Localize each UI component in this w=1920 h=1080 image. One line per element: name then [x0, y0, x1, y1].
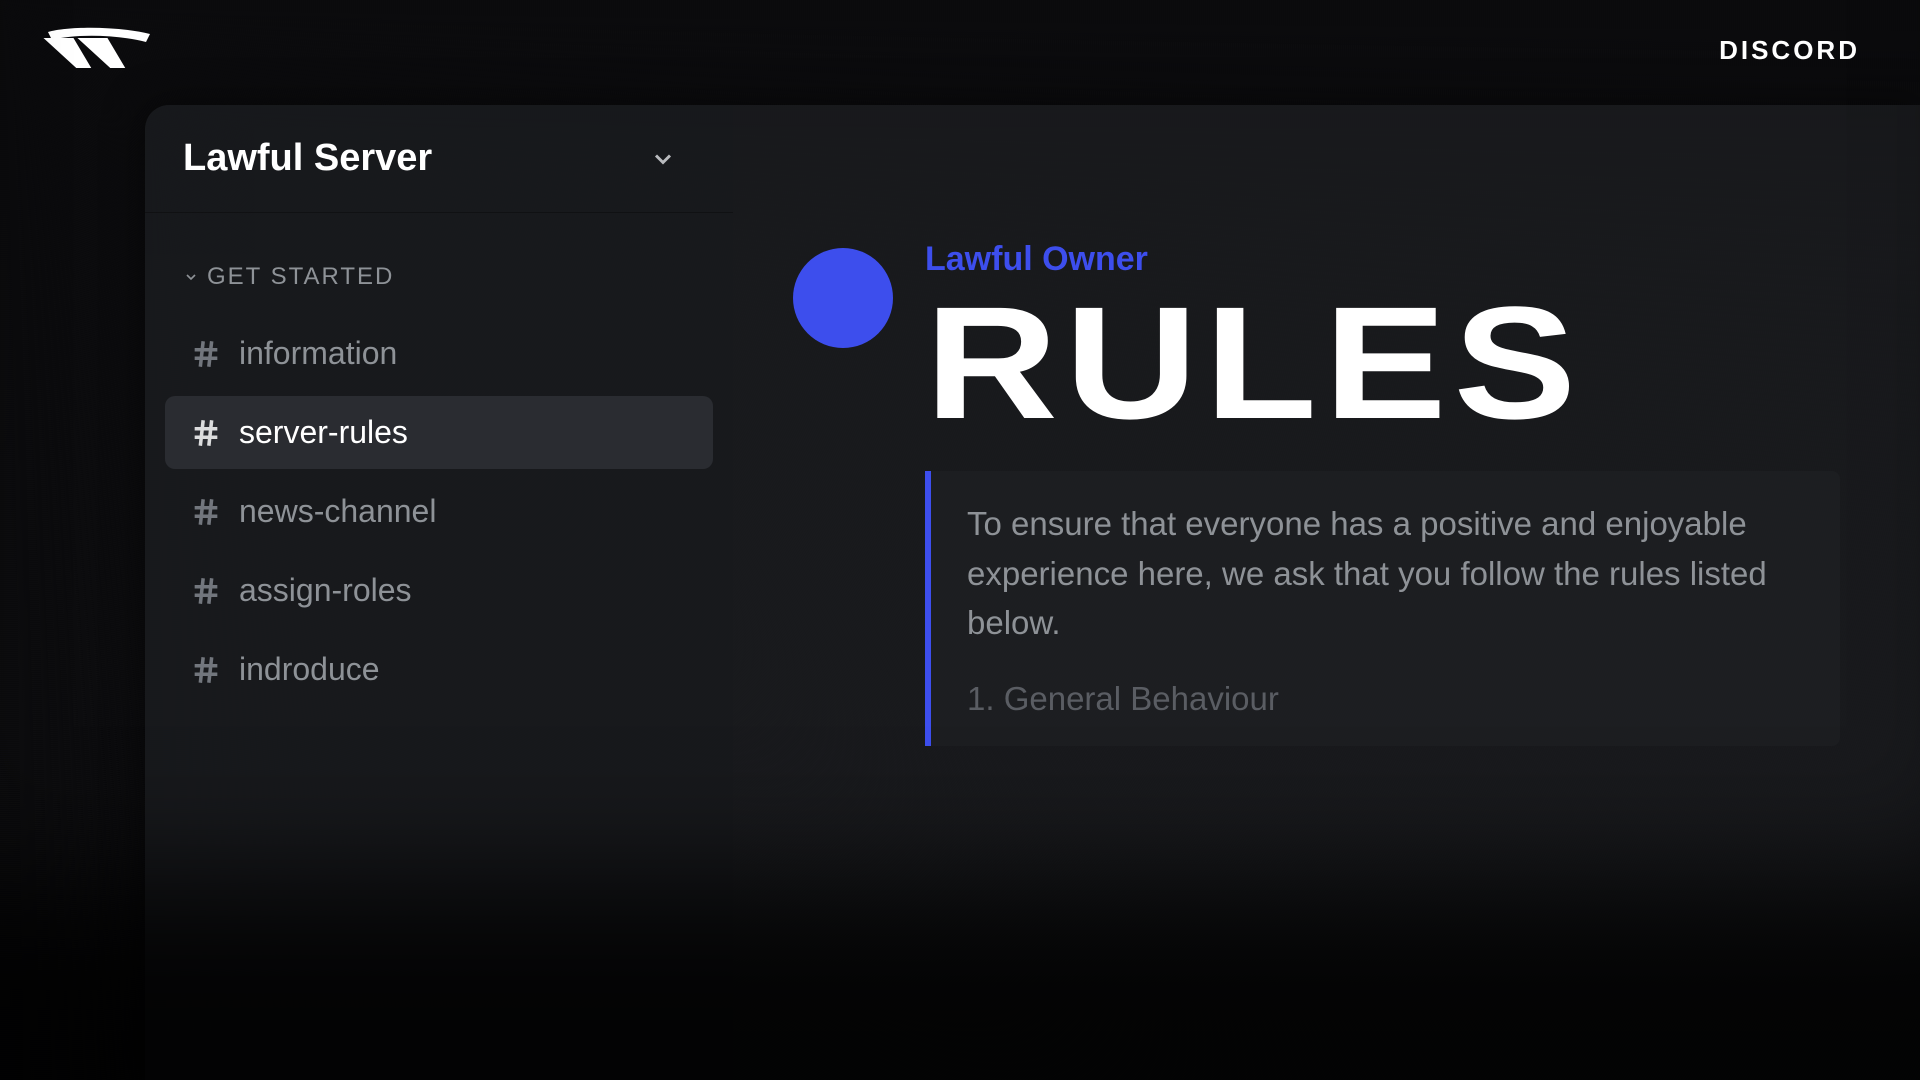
avatar[interactable] [793, 248, 893, 348]
channel-server-rules[interactable]: server-rules [165, 396, 713, 469]
channel-label: news-channel [239, 493, 436, 530]
channel-label: information [239, 335, 397, 372]
hash-icon [189, 574, 223, 608]
sidebar: Lawful Server GET STARTED [145, 105, 733, 1080]
channel-introduce[interactable]: indroduce [165, 633, 713, 706]
brand-label: DISCORD [1719, 35, 1860, 66]
channel-news-channel[interactable]: news-channel [165, 475, 713, 548]
category-header[interactable]: GET STARTED [165, 263, 713, 291]
server-header[interactable]: Lawful Server [145, 105, 733, 213]
channel-information[interactable]: information [165, 317, 713, 390]
embed: To ensure that everyone has a positive a… [925, 471, 1840, 746]
app-logo-icon [38, 20, 158, 80]
server-name: Lawful Server [183, 137, 432, 180]
message: Lawful Owner RULES To ensure that everyo… [793, 240, 1840, 746]
hash-icon [189, 337, 223, 371]
channel-label: assign-roles [239, 572, 412, 609]
top-bar: DISCORD [0, 0, 1920, 100]
chevron-down-icon [183, 269, 199, 285]
message-content: Lawful Owner RULES To ensure that everyo… [925, 240, 1840, 746]
embed-intro: To ensure that everyone has a positive a… [967, 499, 1804, 648]
hash-icon [189, 495, 223, 529]
hash-icon [189, 416, 223, 450]
app-window: Lawful Server GET STARTED [145, 105, 1920, 1080]
hash-icon [189, 653, 223, 687]
main-content: Lawful Owner RULES To ensure that everyo… [733, 105, 1920, 1080]
chevron-down-icon [649, 145, 677, 173]
embed-section-title: 1. General Behaviour [967, 680, 1804, 718]
channel-label: indroduce [239, 651, 380, 688]
channel-assign-roles[interactable]: assign-roles [165, 554, 713, 627]
channel-section: GET STARTED information [145, 213, 733, 712]
message-title: RULES [925, 283, 1920, 443]
channel-label: server-rules [239, 414, 408, 451]
category-name: GET STARTED [207, 263, 394, 291]
